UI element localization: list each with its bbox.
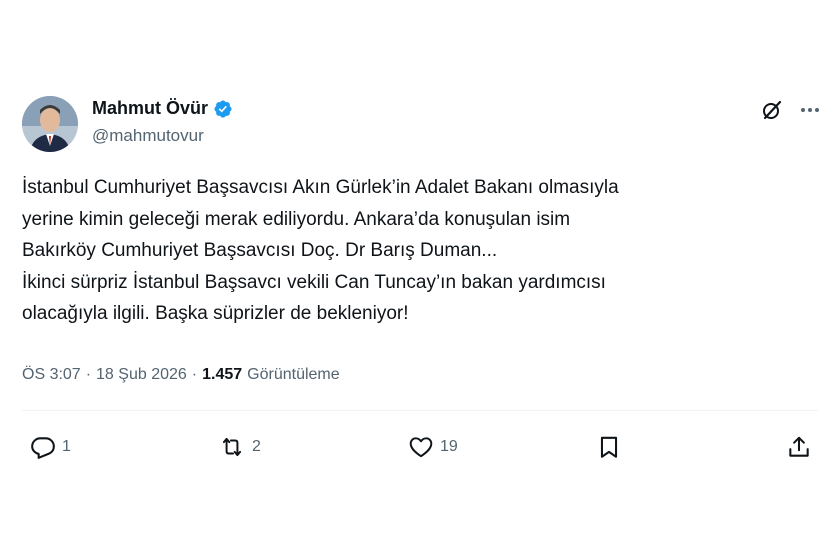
tweet-text-line: yerine kimin geleceği merak ediliyordu. …: [22, 208, 571, 230]
author-handle[interactable]: @mahmutovur: [92, 126, 204, 146]
tweet-date[interactable]: 18 Şub 2026: [96, 366, 187, 384]
repost-icon: [222, 437, 242, 457]
repost-button[interactable]: 2: [218, 434, 261, 460]
share-button[interactable]: [786, 434, 812, 460]
top-actions: [760, 98, 822, 122]
like-icon: [409, 437, 433, 458]
share-icon: [789, 436, 809, 457]
grok-icon[interactable]: [760, 98, 784, 122]
reply-count: 1: [62, 438, 71, 455]
tweet-text-line: İkinci sürpriz İstanbul Başsavcı vekili …: [22, 271, 606, 293]
more-dots-icon[interactable]: [798, 98, 822, 122]
views-count: 1.457: [202, 366, 243, 383]
meta-separator: ·: [85, 366, 92, 383]
avatar[interactable]: [22, 96, 78, 152]
bookmark-icon: [600, 436, 618, 458]
divider: [22, 410, 818, 411]
tweet-text: İstanbul Cumhuriyet Başsavcısı Akın Gürl…: [22, 172, 822, 330]
bookmark-button[interactable]: [596, 434, 622, 460]
repost-count: 2: [252, 438, 261, 455]
views-label: Görüntüleme: [247, 366, 340, 383]
avatar-image: [22, 96, 78, 152]
tweet-time[interactable]: ÖS 3:07: [22, 366, 81, 384]
reply-button[interactable]: 1: [30, 434, 71, 460]
meta-separator: ·: [191, 366, 198, 383]
verified-badge-icon: [214, 99, 232, 118]
like-button[interactable]: 19: [408, 434, 458, 460]
reply-icon: [31, 437, 55, 459]
author-name-row: Mahmut Övür: [92, 98, 233, 119]
tweet-meta: ÖS 3:07 · 18 Şub 2026 · 1.457 Görüntülem…: [22, 366, 340, 384]
tweet-text-line: Bakırköy Cumhuriyet Başsavcısı Doç. Dr B…: [22, 240, 498, 261]
action-bar: 1 2 19: [0, 434, 840, 464]
tweet-text-line: olacağıyla ilgili. Başka süprizler de be…: [22, 303, 409, 324]
tweet-card: Mahmut Övür @mahmutovur İstanbul Cumhuri…: [0, 70, 840, 490]
like-count: 19: [440, 438, 458, 455]
tweet-text-line: İstanbul Cumhuriyet Başsavcısı Akın Gürl…: [22, 177, 619, 198]
author-display-name[interactable]: Mahmut Övür: [92, 98, 208, 119]
